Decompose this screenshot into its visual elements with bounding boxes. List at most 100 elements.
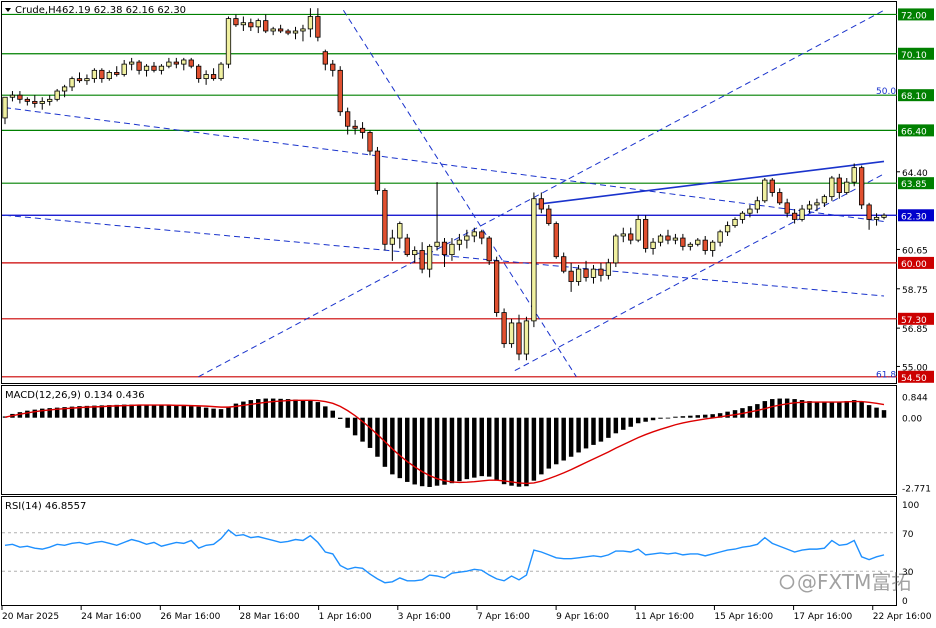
macd-bar-67 xyxy=(501,417,507,485)
candle-body-107 xyxy=(799,208,805,220)
price-tick-label-1: 60.65 xyxy=(902,246,928,256)
fxtm-logo: @FXTM富拓 xyxy=(779,570,911,594)
candle-body-52 xyxy=(389,237,395,245)
macd-tick-label-1: 0.00 xyxy=(902,415,922,425)
macd-bar-89 xyxy=(665,417,671,419)
candle-body-65 xyxy=(486,237,492,262)
candle-body-75 xyxy=(561,256,567,272)
macd-bar-50 xyxy=(375,417,380,457)
time-tick-label-1: 24 Mar 16:00 xyxy=(81,612,141,622)
level-label-0: 72.00 xyxy=(901,11,927,21)
candle-body-106 xyxy=(791,212,798,220)
candle-body-19 xyxy=(143,65,150,71)
macd-bar-87 xyxy=(650,417,656,421)
candle-body-81 xyxy=(605,262,612,276)
candle-body-111 xyxy=(829,177,835,198)
macd-bar-33 xyxy=(248,400,254,418)
candle-body-64 xyxy=(479,231,485,239)
macd-bar-66 xyxy=(494,417,499,481)
macd-bar-19 xyxy=(144,404,149,418)
candle-body-86 xyxy=(642,219,649,249)
candle-body-77 xyxy=(575,268,582,282)
macd-bar-45 xyxy=(337,417,343,419)
candle-body-15 xyxy=(114,72,120,75)
rsi-tick-label-3: 0 xyxy=(902,597,908,607)
candle-body-84 xyxy=(628,233,634,241)
candle-body-37 xyxy=(277,28,284,32)
fib-label-0: 50.0 xyxy=(876,87,896,97)
chart-background xyxy=(0,0,936,624)
candle-body-58 xyxy=(434,241,440,247)
macd-bar-60 xyxy=(449,417,455,484)
candle-body-17 xyxy=(129,61,135,65)
candle-body-1 xyxy=(9,94,16,98)
candle-body-83 xyxy=(620,233,626,237)
level-label-4: 63.85 xyxy=(901,180,927,190)
candle-body-104 xyxy=(777,192,783,204)
time-tick-label-11: 22 Apr 16:00 xyxy=(873,612,932,622)
macd-bar-90 xyxy=(673,416,678,418)
macd-bar-113 xyxy=(844,401,849,418)
candle-body-112 xyxy=(836,177,842,193)
candle-body-24 xyxy=(181,59,187,65)
candle-body-94 xyxy=(702,239,708,251)
candle-body-118 xyxy=(881,214,887,218)
time-tick-label-9: 15 Apr 16:00 xyxy=(714,612,773,622)
fib-label-1: 61.8 xyxy=(876,371,896,381)
candle-body-26 xyxy=(196,65,202,80)
candle-body-11 xyxy=(84,78,90,82)
macd-bar-25 xyxy=(188,406,194,418)
candle-body-31 xyxy=(233,18,239,26)
macd-bar-55 xyxy=(412,417,417,485)
candle-body-89 xyxy=(665,235,671,241)
candle-body-0 xyxy=(2,96,8,119)
macd-bar-56 xyxy=(419,417,425,487)
candle-body-98 xyxy=(732,219,738,227)
candle-body-9 xyxy=(69,78,75,88)
macd-bar-68 xyxy=(509,417,514,486)
time-tick-label-7: 9 Apr 16:00 xyxy=(556,612,609,622)
chart-canvas[interactable]: 50.061.8 0.8440.00-2.771 10070300 20 Mar… xyxy=(0,0,936,624)
macd-bar-71 xyxy=(531,417,537,481)
macd-bar-42 xyxy=(315,402,321,418)
macd-bar-40 xyxy=(300,400,306,418)
price-tick-label-2: 58.75 xyxy=(902,286,928,296)
candle-body-59 xyxy=(441,241,448,256)
candle-body-102 xyxy=(762,179,768,202)
candle-body-49 xyxy=(367,132,373,152)
candle-body-105 xyxy=(784,202,790,214)
macd-bar-35 xyxy=(263,398,268,418)
macd-bar-64 xyxy=(479,417,484,477)
macd-title: MACD(12,26,9) 0.134 0.436 xyxy=(5,390,145,401)
candle-body-67 xyxy=(501,312,507,345)
candle-body-33 xyxy=(248,22,254,28)
macd-bar-46 xyxy=(345,417,350,428)
candle-body-55 xyxy=(412,250,418,256)
macd-bar-78 xyxy=(583,417,589,449)
macd-bar-112 xyxy=(837,401,842,418)
macd-bar-83 xyxy=(621,417,626,430)
candle-body-68 xyxy=(508,322,515,345)
macd-bar-34 xyxy=(256,399,261,418)
time-tick-label-4: 1 Apr 16:00 xyxy=(319,612,372,622)
macd-bar-27 xyxy=(203,407,209,418)
candle-body-97 xyxy=(724,225,731,233)
macd-bar-74 xyxy=(554,417,559,465)
macd-bar-39 xyxy=(293,399,298,418)
candle-body-18 xyxy=(136,61,142,71)
macd-bar-15 xyxy=(114,404,119,418)
candle-body-42 xyxy=(315,16,321,38)
candle-body-87 xyxy=(650,241,656,249)
candle-body-20 xyxy=(151,65,157,71)
level-label-2: 68.10 xyxy=(901,92,927,102)
candle-body-91 xyxy=(680,237,686,247)
time-tick-label-8: 11 Apr 16:00 xyxy=(635,612,694,622)
candle-body-74 xyxy=(553,223,559,258)
macd-bar-116 xyxy=(866,405,872,418)
macd-bar-105 xyxy=(784,398,790,418)
macd-bar-115 xyxy=(859,401,864,418)
macd-bar-84 xyxy=(628,417,633,427)
candle-body-21 xyxy=(158,65,165,71)
macd-tick-label-0: 0.844 xyxy=(902,393,928,403)
candle-body-8 xyxy=(61,86,68,92)
